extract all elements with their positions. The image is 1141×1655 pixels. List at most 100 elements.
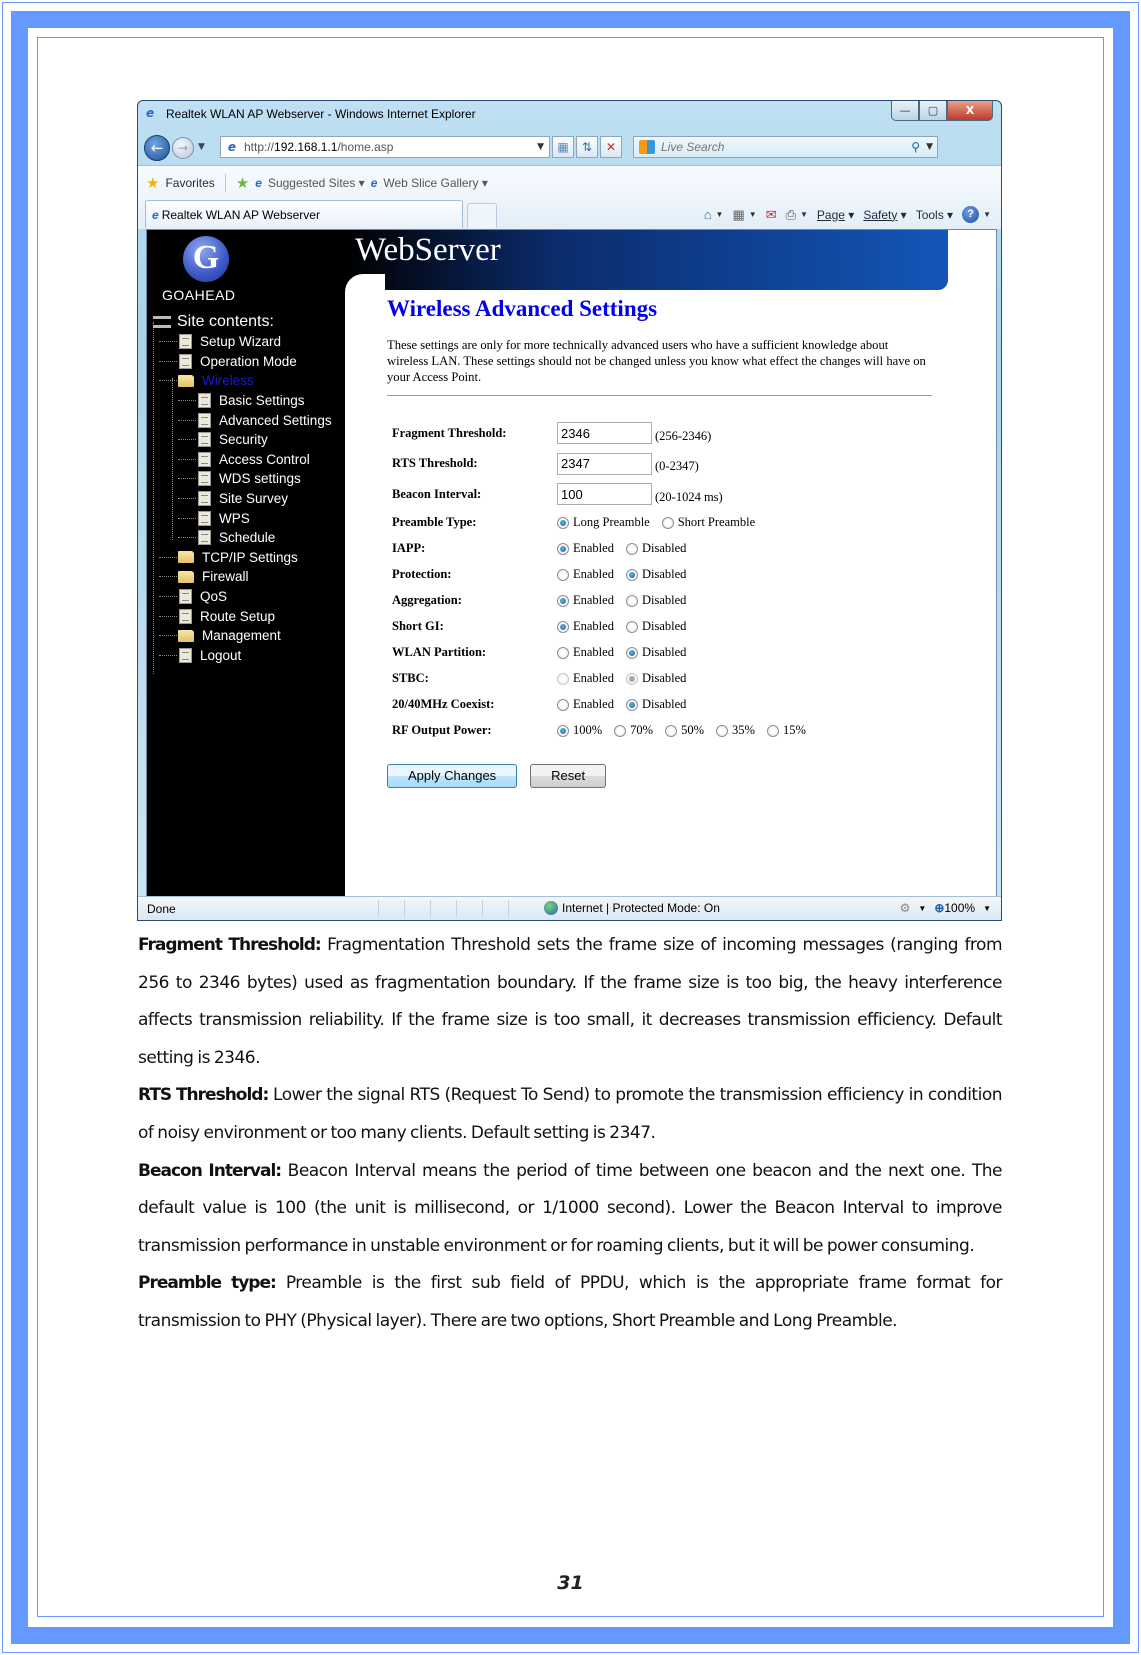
radio-button[interactable] <box>625 646 638 659</box>
address-dropdown-icon[interactable]: ▼ <box>537 142 544 152</box>
radio-button[interactable] <box>557 698 569 711</box>
sidebar-item-route-setup[interactable]: Route Setup <box>153 606 343 626</box>
sidebar-item-tcp-ip-settings[interactable]: TCP/IP Settings <box>153 548 343 568</box>
zoom-dropdown[interactable]: ▼ <box>983 904 991 913</box>
web-slice-gallery-link[interactable]: Web Slice Gallery ▾ <box>383 176 488 190</box>
protection-option-disabled[interactable]: Disabled <box>625 567 686 582</box>
radio-button[interactable] <box>557 594 569 607</box>
zoom-level[interactable]: ⊕100% <box>934 901 975 915</box>
sidebar-item-wireless[interactable]: Wireless <box>153 371 343 391</box>
radio-button[interactable] <box>557 646 569 659</box>
print-icon[interactable]: ⎙ <box>786 207 796 223</box>
radio-button[interactable] <box>625 698 638 711</box>
radio-button[interactable] <box>557 542 569 555</box>
sidebar-item-management[interactable]: Management <box>153 626 343 646</box>
feeds-icon[interactable]: ▦ <box>732 207 744 223</box>
reset-button[interactable]: Reset <box>530 763 607 788</box>
radio-button[interactable] <box>557 724 569 737</box>
search-icon[interactable]: ⚲ <box>911 140 920 154</box>
sidebar-item-logout[interactable]: Logout <box>153 646 343 666</box>
radio-button[interactable] <box>766 724 779 737</box>
sidebar-item-schedule[interactable]: Schedule <box>153 528 343 548</box>
feeds-dropdown[interactable]: ▼ <box>749 210 757 219</box>
short-gi-option-disabled[interactable]: Disabled <box>625 619 686 634</box>
radio-button[interactable] <box>665 724 678 737</box>
sidebar-item-qos[interactable]: QoS <box>153 587 343 607</box>
radio-button[interactable] <box>625 620 638 633</box>
add-favorite-icon[interactable]: ★ <box>236 174 249 192</box>
sidebar-item-wps[interactable]: WPS <box>153 508 343 528</box>
new-tab-button[interactable] <box>467 203 497 228</box>
search-options-dropdown[interactable]: ▼ <box>926 142 933 152</box>
preamble-type-option-longpreamble[interactable]: Long Preamble <box>557 515 650 530</box>
iapp-option-disabled[interactable]: Disabled <box>625 541 686 556</box>
print-dropdown[interactable]: ▼ <box>800 210 808 219</box>
20-40mhz-coexist-option-enabled[interactable]: Enabled <box>557 697 614 712</box>
short-gi-option-enabled[interactable]: Enabled <box>557 619 614 634</box>
protected-mode-dropdown[interactable]: ▼ <box>918 904 926 913</box>
iapp-option-enabled[interactable]: Enabled <box>557 541 614 556</box>
safety-menu[interactable]: Safety ▾ <box>863 208 906 222</box>
aggregation-option-disabled[interactable]: Disabled <box>625 593 686 608</box>
sidebar-item-advanced-settings[interactable]: Advanced Settings <box>153 410 343 430</box>
address-bar[interactable]: e http://192.168.1.1/home.asp ▼ <box>220 136 550 158</box>
home-dropdown[interactable]: ▼ <box>716 210 724 219</box>
radio-button[interactable] <box>625 568 638 581</box>
sidebar-item-access-control[interactable]: Access Control <box>153 450 343 470</box>
rts-threshold-input[interactable] <box>557 452 652 475</box>
preamble-type-option-shortpreamble[interactable]: Short Preamble <box>661 515 755 530</box>
minimize-button[interactable]: — <box>891 101 919 121</box>
aggregation-option-enabled[interactable]: Enabled <box>557 593 614 608</box>
help-dropdown[interactable]: ▼ <box>983 210 991 219</box>
wlan-partition-option-disabled[interactable]: Disabled <box>625 645 686 660</box>
radio-button[interactable] <box>625 594 638 607</box>
radio-button[interactable] <box>557 620 569 633</box>
rf-output-power-option-70[interactable]: 70% <box>614 723 653 738</box>
radio-button[interactable] <box>557 516 569 529</box>
close-button[interactable]: X <box>947 101 993 121</box>
sidebar-item-operation-mode[interactable]: Operation Mode <box>153 352 343 372</box>
rf-output-power-option-15[interactable]: 15% <box>766 723 806 738</box>
home-icon[interactable]: ⌂ <box>704 207 712 222</box>
sidebar-item-site-survey[interactable]: Site Survey <box>153 489 343 509</box>
beacon-interval-input[interactable] <box>557 483 652 506</box>
stop-button[interactable]: ✕ <box>600 136 622 158</box>
window-controls: — ▢ X <box>891 101 993 121</box>
suggested-sites-link[interactable]: Suggested Sites ▾ <box>268 176 365 190</box>
protected-mode-icon[interactable]: ⚙ <box>900 901 911 915</box>
mail-icon[interactable]: ✉ <box>766 207 777 223</box>
address-url[interactable]: http://192.168.1.1/home.asp <box>244 140 537 154</box>
maximize-button[interactable]: ▢ <box>919 101 947 121</box>
help-icon[interactable]: ? <box>962 206 980 223</box>
rf-output-power-option-50[interactable]: 50% <box>665 723 704 738</box>
wlan-partition-option-enabled[interactable]: Enabled <box>557 645 614 660</box>
sidebar-item-setup-wizard[interactable]: Setup Wizard <box>153 332 343 352</box>
search-box[interactable]: ⚲ ▼ <box>633 136 938 158</box>
20-40mhz-coexist-option-disabled[interactable]: Disabled <box>625 697 686 712</box>
search-input[interactable] <box>661 140 912 154</box>
browser-tab[interactable]: e Realtek WLAN AP Webserver <box>145 200 463 228</box>
rf-output-power-option-35[interactable]: 35% <box>716 723 755 738</box>
rf-output-power-option-100[interactable]: 100% <box>557 723 602 738</box>
apply-changes-button[interactable]: Apply Changes <box>387 763 518 788</box>
radio-button[interactable] <box>625 542 638 555</box>
sidebar-item-wds-settings[interactable]: WDS settings <box>153 469 343 489</box>
sidebar-item-basic-settings[interactable]: Basic Settings <box>153 391 343 411</box>
fragment-threshold-input[interactable] <box>557 422 652 445</box>
radio-button[interactable] <box>557 568 569 581</box>
security-zone[interactable]: Internet | Protected Mode: On <box>544 901 720 915</box>
protection-option-enabled[interactable]: Enabled <box>557 567 614 582</box>
back-button[interactable]: ← <box>144 135 170 161</box>
recent-pages-dropdown[interactable]: ▼ <box>198 142 205 152</box>
refresh-button[interactable]: ⇅ <box>576 136 598 158</box>
page-menu[interactable]: Page ▾ <box>817 208 854 222</box>
tools-menu[interactable]: Tools ▾ <box>916 208 953 222</box>
sidebar-item-security[interactable]: Security <box>153 430 343 450</box>
radio-button[interactable] <box>661 516 674 529</box>
radio-button[interactable] <box>716 724 729 737</box>
sidebar-item-firewall[interactable]: Firewall <box>153 567 343 587</box>
compatibility-view-button[interactable]: ▦ <box>552 136 574 158</box>
radio-button[interactable] <box>614 724 627 737</box>
favorites-button[interactable]: Favorites <box>165 176 214 190</box>
forward-button[interactable]: → <box>172 137 194 159</box>
